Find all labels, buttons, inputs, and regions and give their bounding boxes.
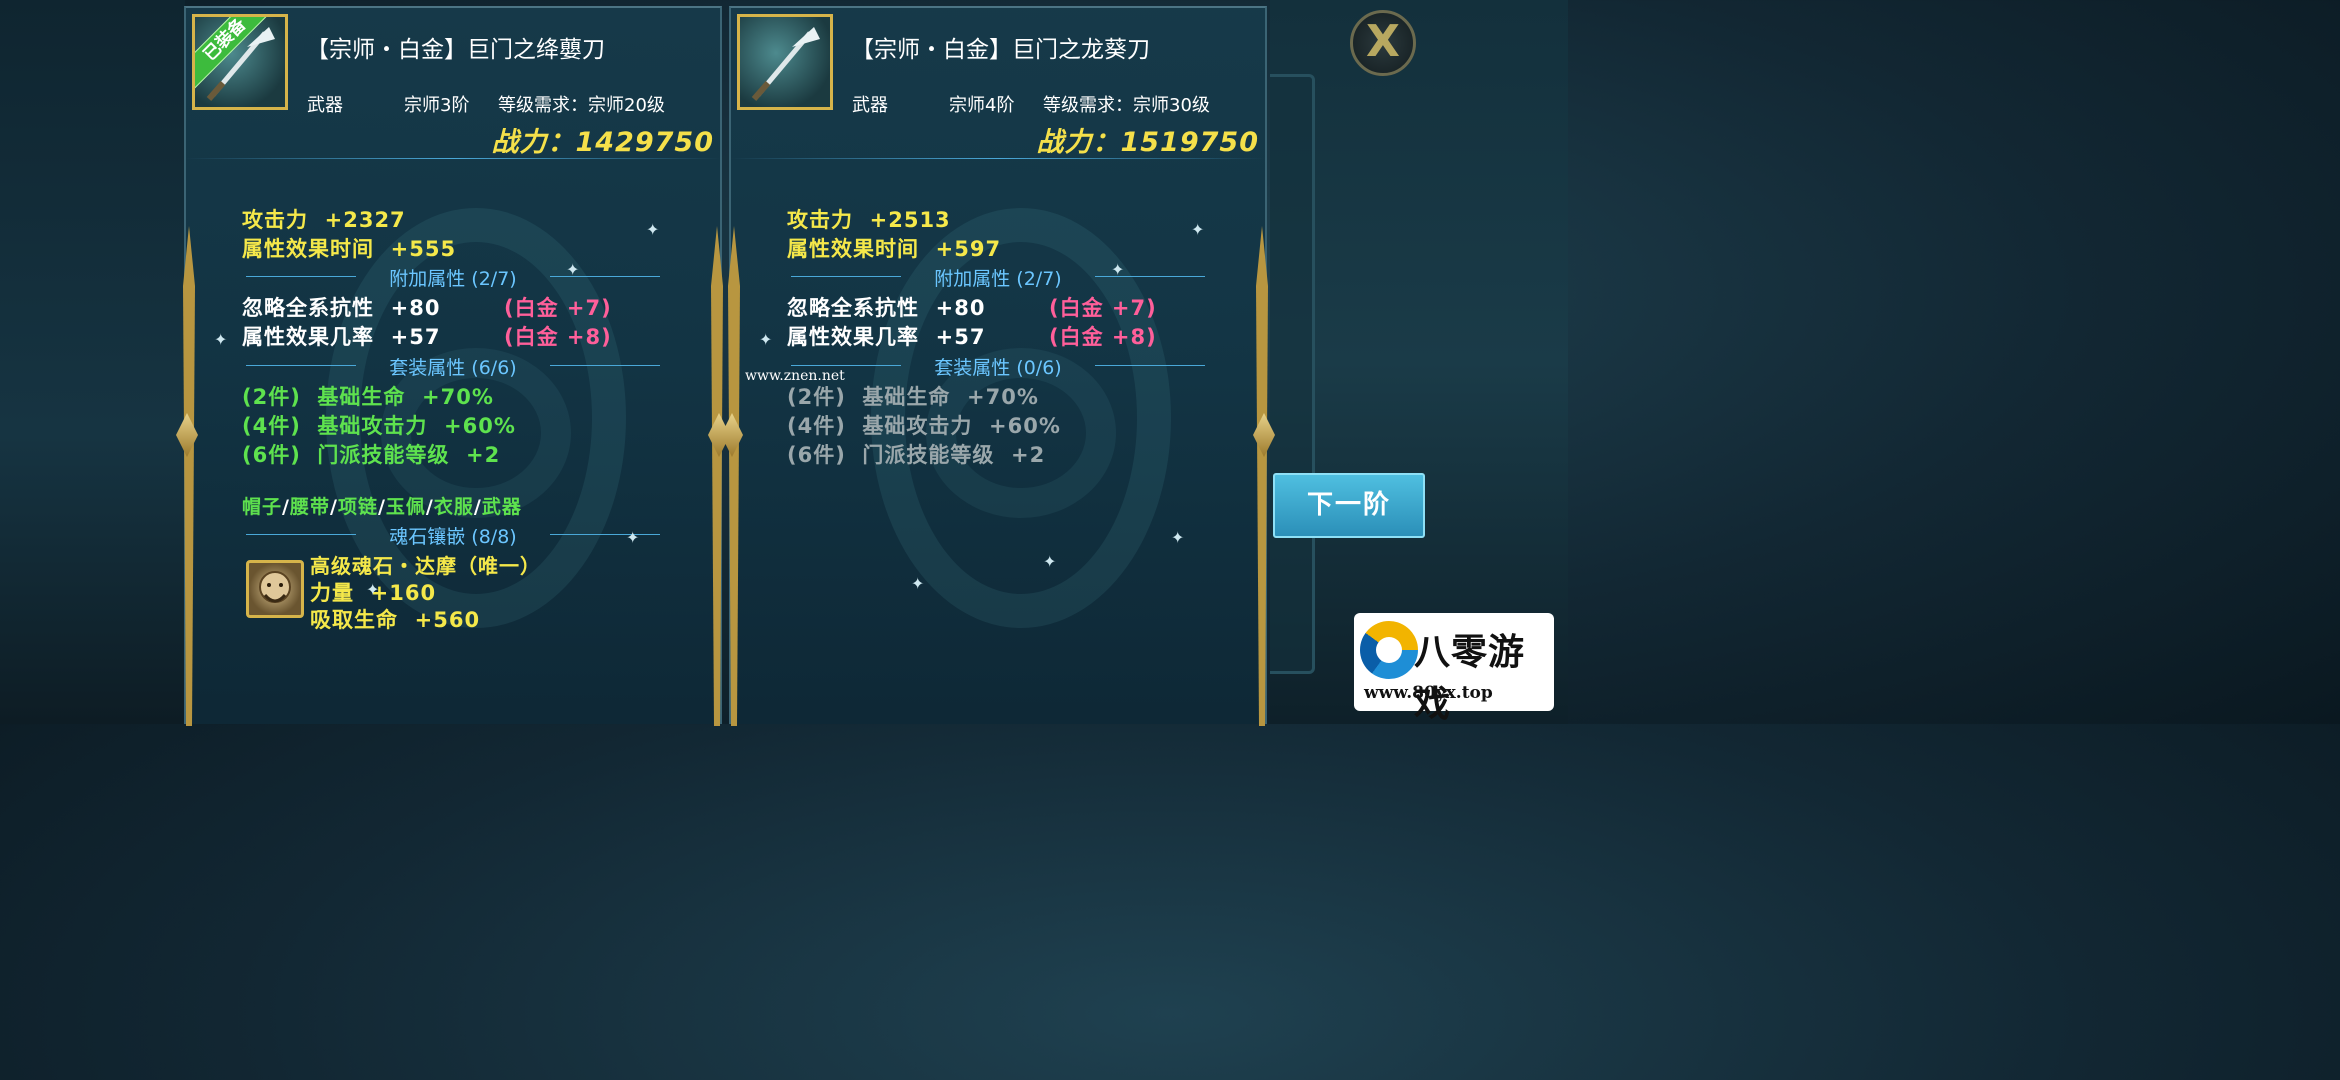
- close-button[interactable]: X: [1350, 10, 1416, 76]
- set-bonus-4: (4件) 基础攻击力 +60%: [787, 414, 1061, 438]
- sparkle-icon: ✦: [1171, 528, 1185, 547]
- set-part-weapon: 武器: [481, 496, 522, 518]
- swirl-logo-icon: [1360, 621, 1418, 679]
- set-bonus-2: (2件) 基础生命 +70%: [242, 385, 494, 409]
- current-item-tooltip: 已装备 【宗师・白金】巨门之绛蘡刀 武器 宗师3阶 等级需求：宗师20级 战力：…: [176, 6, 730, 726]
- set-part-jade: 玉佩: [385, 496, 426, 518]
- sparkle-icon: ✦: [366, 580, 380, 599]
- sparkle-icon: ✦: [759, 330, 773, 349]
- set-part-sep: /: [329, 496, 338, 518]
- level-requirement: 等级需求：宗师30级: [1043, 95, 1210, 116]
- item-type: 武器: [307, 95, 343, 116]
- site-logo: 八零游戏 www.80yx.top: [1354, 613, 1554, 725]
- set-part-clothes: 衣服: [433, 496, 474, 518]
- sparkle-icon: ✦: [1191, 220, 1205, 239]
- set-part-sep: /: [282, 496, 290, 518]
- next-tier-button[interactable]: 下一阶: [1273, 473, 1425, 538]
- sparkle-icon: ✦: [214, 330, 228, 349]
- soul-stone-icon[interactable]: [246, 560, 304, 618]
- side-ornament-left: [728, 226, 740, 726]
- extra-stat-ignore-resist: 忽略全系抗性 +80: [787, 296, 986, 320]
- sparkle-icon: ✦: [1043, 552, 1057, 571]
- soul-stone-header: 魂石镶嵌 (8/8): [389, 526, 517, 548]
- stat-attack: 攻击力 +2513: [787, 208, 951, 232]
- item-icon: 已装备: [192, 14, 288, 110]
- set-part-sep: /: [473, 496, 482, 518]
- extra-attributes-header: 附加属性 (2/7): [934, 268, 1062, 290]
- upgrade-panel-frame: [1270, 74, 1315, 674]
- divider: [186, 158, 720, 159]
- sparkle-icon: ✦: [646, 220, 660, 239]
- item-rank: 宗师3阶: [404, 95, 470, 116]
- platinum-tag: (白金 +8): [504, 325, 612, 349]
- item-title: 【宗师・白金】巨门之龙葵刀: [851, 37, 1150, 63]
- platinum-tag: (白金 +8): [1049, 325, 1157, 349]
- set-bonus-6: (6件) 门派技能等级 +2: [242, 443, 501, 467]
- set-bonus-4: (4件) 基础攻击力 +60%: [242, 414, 516, 438]
- item-title: 【宗师・白金】巨门之绛蘡刀: [306, 37, 605, 63]
- stat-effect-time: 属性效果时间 +555: [242, 237, 457, 261]
- combat-power: 战力：1429750: [491, 127, 714, 158]
- sparkle-icon: ✦: [566, 260, 580, 279]
- side-ornament-right: [1256, 226, 1268, 726]
- item-icon: [737, 14, 833, 110]
- combat-power: 战力：1519750: [1036, 127, 1259, 158]
- soul-stone-lifesteal: 吸取生命 +560: [310, 608, 481, 632]
- sword-icon: [751, 27, 820, 101]
- level-requirement: 等级需求：宗师20级: [498, 95, 665, 116]
- watermark-text: www.znen.net: [745, 368, 845, 384]
- next-item-tooltip: 【宗师・白金】巨门之龙葵刀 武器 宗师4阶 等级需求：宗师30级 战力：1519…: [721, 6, 1275, 726]
- background-left: [0, 0, 185, 724]
- logo-text: 八零游戏: [1414, 632, 1526, 725]
- platinum-tag: (白金 +7): [1049, 296, 1157, 320]
- extra-attributes-header: 附加属性 (2/7): [389, 268, 517, 290]
- sparkle-icon: ✦: [1111, 260, 1125, 279]
- set-bonus-6: (6件) 门派技能等级 +2: [787, 443, 1046, 467]
- item-rank: 宗师4阶: [949, 95, 1015, 116]
- extra-stat-ignore-resist: 忽略全系抗性 +80: [242, 296, 441, 320]
- logo-url: www.80yx.top: [1364, 683, 1493, 703]
- set-part-sep: /: [377, 496, 386, 518]
- monk-face-icon: [259, 571, 291, 603]
- soul-stone-name: 高级魂石・达摩（唯一）: [310, 554, 541, 578]
- sparkle-icon: ✦: [626, 528, 640, 547]
- set-part-sep: /: [425, 496, 434, 518]
- sparkle-icon: ✦: [911, 574, 925, 593]
- divider: [731, 158, 1265, 159]
- extra-stat-effect-chance: 属性效果几率 +57: [787, 325, 986, 349]
- side-ornament-left: [183, 226, 195, 726]
- set-attributes-header: 套装属性 (6/6): [389, 357, 517, 379]
- set-part-hat: 帽子: [242, 496, 283, 518]
- extra-stat-effect-chance: 属性效果几率 +57: [242, 325, 441, 349]
- set-parts-list: 帽子/腰带/项链/玉佩/衣服/武器: [242, 492, 522, 519]
- item-type: 武器: [852, 95, 888, 116]
- platinum-tag: (白金 +7): [504, 296, 612, 320]
- set-part-necklace: 项链: [337, 496, 378, 518]
- set-bonus-2: (2件) 基础生命 +70%: [787, 385, 1039, 409]
- stat-attack: 攻击力 +2327: [242, 208, 406, 232]
- side-ornament-right: [711, 226, 723, 726]
- set-part-belt: 腰带: [289, 496, 330, 518]
- stat-effect-time: 属性效果时间 +597: [787, 237, 1002, 261]
